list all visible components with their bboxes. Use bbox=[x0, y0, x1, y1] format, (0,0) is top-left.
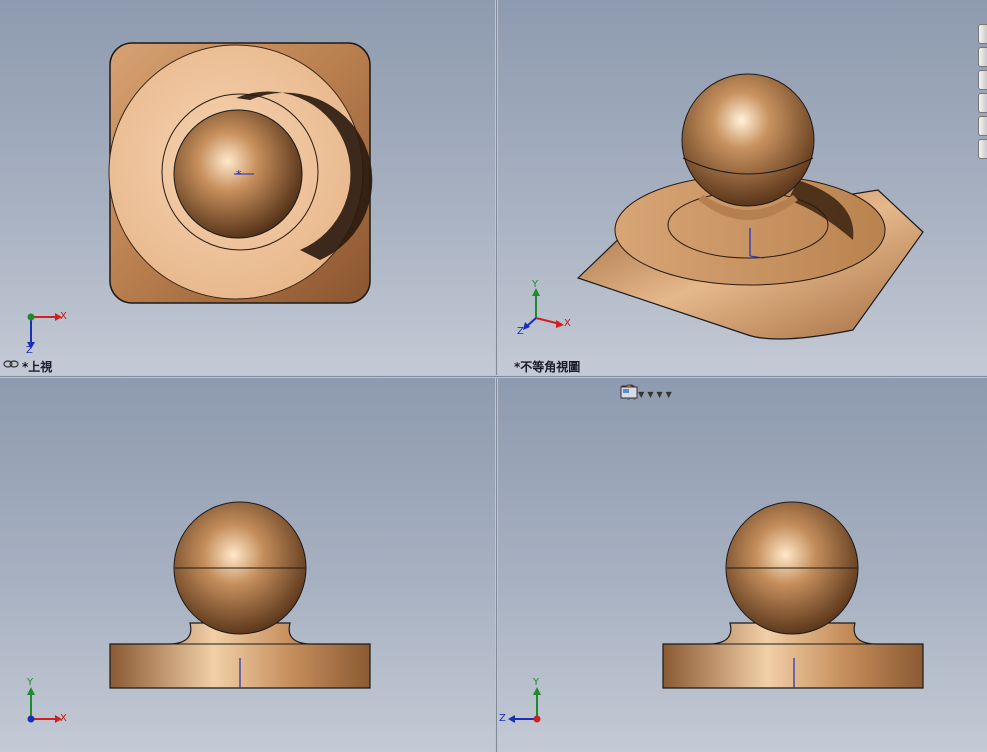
viewport-front[interactable]: Y X bbox=[0, 378, 495, 752]
ball bbox=[681, 73, 815, 207]
svg-text:*: * bbox=[236, 168, 242, 181]
triad-x-label: X bbox=[564, 318, 571, 329]
isometric-model bbox=[523, 73, 924, 340]
triad-y-label: Y bbox=[532, 279, 539, 290]
task-pane-tab[interactable] bbox=[978, 24, 987, 44]
coordinate-triad bbox=[27, 687, 62, 723]
top-view-label: *上視 bbox=[22, 360, 53, 374]
task-pane-tabs[interactable] bbox=[978, 24, 987, 162]
heads-up-view-toolbar: ▼ ▼ ▼ ▼ ▼ bbox=[620, 384, 672, 404]
triad-z-label: Z bbox=[517, 326, 524, 337]
link-views-icon[interactable] bbox=[3, 359, 19, 369]
task-pane-tab[interactable] bbox=[978, 70, 987, 90]
triad-z-label: Z bbox=[499, 713, 506, 724]
triad-y-label: Y bbox=[533, 677, 540, 688]
viewport-splitter-horizontal[interactable] bbox=[0, 375, 987, 378]
task-pane-tab[interactable] bbox=[978, 116, 987, 136]
triad-x-label: X bbox=[60, 713, 67, 724]
viewport-right[interactable]: Y Z bbox=[498, 378, 987, 752]
task-pane-tab[interactable] bbox=[978, 139, 987, 159]
task-pane-tab[interactable] bbox=[978, 93, 987, 113]
edit-appearance-icon[interactable]: ▼ bbox=[622, 384, 663, 403]
hide-show-items-icon[interactable]: ▼ bbox=[620, 385, 653, 403]
task-pane-tab[interactable] bbox=[978, 47, 987, 67]
isometric-view-label: *不等角視圖 bbox=[514, 360, 581, 374]
coordinate-triad bbox=[508, 687, 541, 723]
front-view-model bbox=[27, 501, 371, 723]
coordinate-triad bbox=[27, 313, 62, 349]
view-settings-icon[interactable]: ▼ bbox=[620, 385, 672, 403]
triad-x-label: X bbox=[60, 311, 67, 322]
coordinate-triad bbox=[523, 288, 564, 330]
triad-z-label: Z bbox=[26, 345, 33, 356]
viewport-top[interactable]: * X Z *上視 bbox=[0, 0, 495, 375]
display-style-icon[interactable]: ▼ bbox=[622, 385, 644, 403]
viewport-isometric[interactable]: Y X Z *不等角視圖 bbox=[498, 0, 987, 375]
top-view-model: * bbox=[27, 42, 373, 349]
triad-y-label: Y bbox=[27, 677, 34, 688]
right-view-model bbox=[508, 501, 924, 723]
